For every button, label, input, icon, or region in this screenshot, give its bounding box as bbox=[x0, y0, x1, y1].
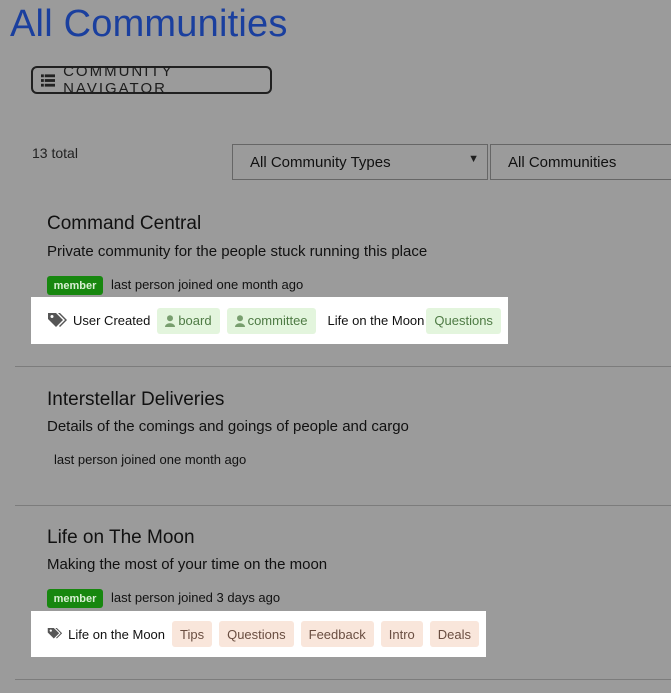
tag-panel: User Created board committee Life on the… bbox=[31, 297, 508, 344]
user-icon bbox=[165, 314, 176, 327]
tag-icon bbox=[47, 627, 63, 639]
tag-chip-intro[interactable]: Intro bbox=[380, 621, 423, 647]
chevron-down-icon: ▼ bbox=[468, 153, 479, 165]
last-joined-text: last person joined one month ago bbox=[111, 277, 304, 292]
tag-label: board bbox=[178, 313, 212, 328]
linked-community-label: Life on the Moon bbox=[327, 313, 425, 328]
tag-chip-board[interactable]: board bbox=[157, 307, 220, 334]
tag-chip-questions[interactable]: Questions bbox=[219, 621, 294, 647]
user-created-label: User Created bbox=[73, 313, 151, 328]
tag-chip-questions[interactable]: Questions bbox=[426, 307, 501, 334]
section-divider bbox=[15, 505, 671, 506]
community-title[interactable]: Life on The Moon bbox=[47, 527, 195, 549]
community-description: Details of the comings and goings of peo… bbox=[47, 418, 409, 435]
community-navigator-label: COMMUNITY NAVIGATOR bbox=[63, 63, 174, 97]
list-icon bbox=[41, 73, 56, 87]
user-icon bbox=[234, 314, 245, 327]
tag-chip-deals[interactable]: Deals bbox=[429, 621, 479, 647]
member-badge: member bbox=[47, 276, 103, 295]
last-joined-text: last person joined one month ago bbox=[54, 452, 247, 467]
tag-chip-committee[interactable]: committee bbox=[226, 307, 316, 334]
community-navigator-button[interactable]: COMMUNITY NAVIGATOR bbox=[31, 63, 272, 97]
community-title[interactable]: Command Central bbox=[47, 213, 201, 235]
linked-community-label: Life on the Moon bbox=[68, 626, 166, 642]
community-description: Private community for the people stuck r… bbox=[47, 243, 428, 260]
tag-chip-tips[interactable]: Tips bbox=[172, 621, 213, 647]
tag-chip-feedback[interactable]: Feedback bbox=[300, 621, 374, 647]
community-scope-value: All Communities bbox=[508, 153, 617, 171]
community-page: All Communities COMMUNITY NAVIGATOR 13 t… bbox=[0, 0, 671, 693]
community-type-value: All Community Types bbox=[250, 153, 391, 171]
community-type-select[interactable]: All Community Types ▼ bbox=[232, 144, 488, 180]
section-divider bbox=[15, 366, 671, 367]
member-badge: member bbox=[47, 589, 103, 608]
community-scope-select[interactable]: All Communities bbox=[490, 144, 671, 180]
section-divider bbox=[15, 679, 671, 680]
total-count: 13 total bbox=[32, 145, 78, 161]
tag-panel: Life on the Moon Tips Questions Feedback… bbox=[31, 611, 486, 657]
community-description: Making the most of your time on the moon bbox=[47, 556, 328, 573]
tag-icon bbox=[48, 312, 67, 327]
page-title: All Communities bbox=[10, 3, 288, 45]
community-title[interactable]: Interstellar Deliveries bbox=[47, 389, 224, 411]
last-joined-text: last person joined 3 days ago bbox=[111, 590, 281, 605]
tag-label: committee bbox=[247, 313, 308, 328]
